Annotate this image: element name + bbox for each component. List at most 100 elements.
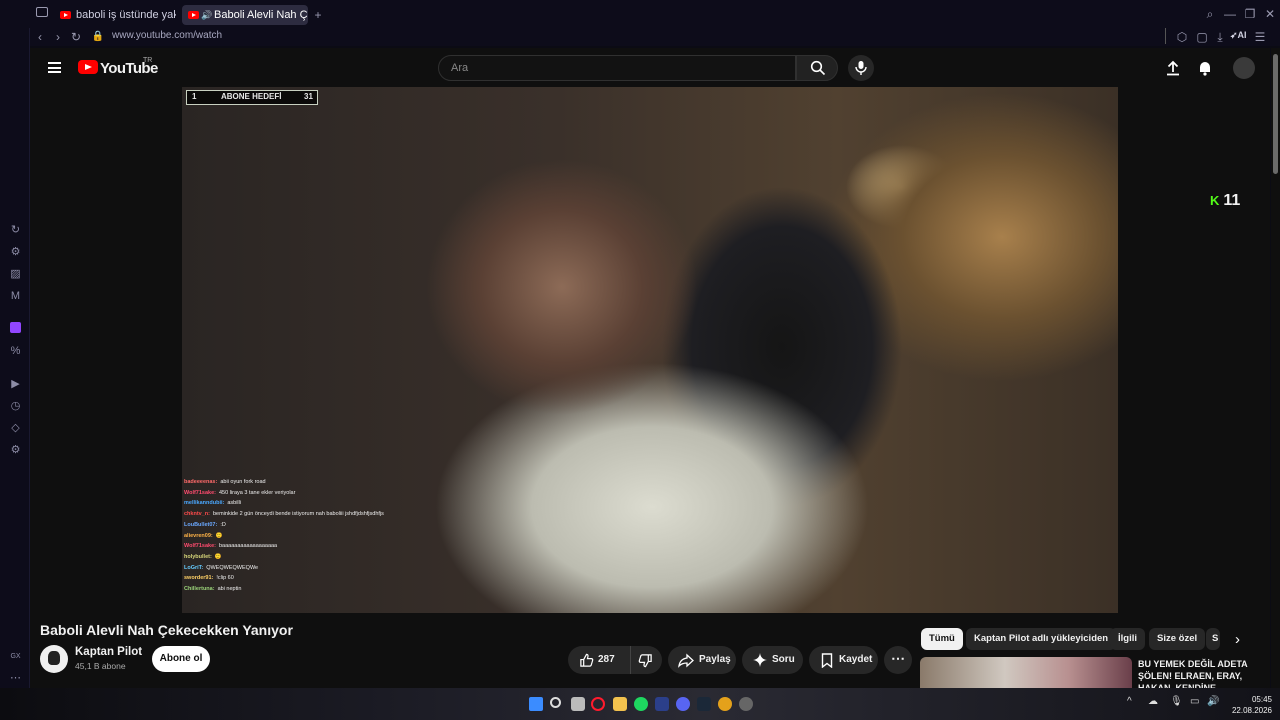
like-count: 287	[598, 654, 615, 665]
chip-for-you[interactable]: Size özel	[1149, 628, 1206, 650]
settings-icon[interactable]: ⚙	[9, 444, 22, 457]
start-icon[interactable]	[529, 697, 543, 711]
vscode-icon[interactable]	[655, 697, 669, 711]
cloud-icon[interactable]: ☁	[1148, 696, 1158, 707]
chip-related[interactable]: İlgili	[1110, 628, 1145, 650]
voice-search-button[interactable]	[848, 55, 874, 81]
like-button[interactable]: 287	[568, 646, 630, 674]
search-button[interactable]	[796, 55, 838, 81]
player-icon[interactable]: ▶	[9, 378, 22, 391]
subscriber-count: 45,1 B abone	[75, 661, 126, 671]
chat-username: Wolf71sake:	[184, 543, 216, 550]
back-icon[interactable]: ‹	[32, 29, 48, 45]
chevron-right-icon[interactable]: ›	[1235, 631, 1240, 648]
refresh-panel-icon[interactable]: ↻	[9, 224, 22, 237]
chrome-icon[interactable]	[718, 697, 732, 711]
extensions-icon[interactable]: ⬡	[1174, 29, 1190, 45]
chat-text: asbilli	[227, 500, 242, 507]
tab-island-icon[interactable]	[36, 7, 48, 17]
maximize-button[interactable]: ❐	[1242, 6, 1258, 22]
more-icon[interactable]: ⋯	[9, 672, 22, 685]
network-icon[interactable]: ▭	[1190, 696, 1199, 707]
scrollbar-thumb[interactable]	[1273, 54, 1278, 174]
recommendation-title[interactable]: BU YEMEK DEĞİL ADETA ŞÖLEN! ELRAEN, ERAY…	[1138, 658, 1268, 688]
chat-text: abii oyun fork road	[220, 479, 266, 485]
upload-icon[interactable]	[1165, 60, 1181, 76]
chat-username: LoGriT:	[184, 564, 204, 571]
video-title: Baboli Alevli Nah Çekecekken Yanıyor	[40, 622, 293, 638]
file-explorer-icon[interactable]	[613, 697, 627, 711]
stream-chat-overlay: badeeeenas: abii oyun fork road Wolf71sake…	[184, 477, 384, 595]
reload-icon[interactable]: ↻	[68, 29, 84, 45]
download-icon[interactable]: ⤓	[1212, 29, 1228, 45]
more-actions-button[interactable]: ⋯	[884, 646, 912, 674]
messenger-icon[interactable]: M	[9, 290, 22, 303]
speaker-icon[interactable]: 🔊	[201, 5, 212, 25]
notifications-bell-icon[interactable]	[1197, 60, 1213, 76]
thumbs-up-icon	[580, 653, 594, 667]
tab-1[interactable]: baboli iş üstünde yakalnıyor	[54, 5, 176, 25]
share-button[interactable]: Paylaş	[668, 646, 736, 674]
menu-icon[interactable]	[48, 62, 61, 73]
taskbar-clock[interactable]: 05:45 22.08.2026	[1222, 694, 1272, 716]
easy-setup-icon[interactable]: ☰	[1252, 29, 1268, 45]
close-window-button[interactable]: ✕	[1262, 6, 1278, 22]
gallery-icon[interactable]: ▨	[9, 268, 22, 281]
chat-message: sworder91: !clip 60	[184, 573, 384, 584]
lock-icon: 🔒	[91, 31, 105, 42]
sparkle-icon	[753, 653, 767, 667]
search-tabs-icon[interactable]: ⌕	[1202, 6, 1218, 22]
channel-avatar[interactable]	[40, 645, 68, 673]
search-taskbar-icon[interactable]	[550, 697, 561, 708]
mic-tray-icon[interactable]: 🎙	[1170, 696, 1183, 707]
spotify-icon[interactable]	[634, 697, 648, 711]
chat-username: mellikanndubii:	[184, 500, 225, 507]
new-tab-button[interactable]: +	[310, 7, 326, 23]
tab-bar: baboli iş üstünde yakalnıyor 🔊 Baboli Al…	[0, 0, 1280, 28]
app-icon[interactable]	[739, 697, 753, 711]
channel-name[interactable]: Kaptan Pilot	[75, 646, 142, 658]
discord-icon[interactable]	[676, 697, 690, 711]
chat-username: chkntv_n:	[184, 511, 210, 518]
recommendation-thumbnail[interactable]	[920, 657, 1132, 688]
ai-label: AI	[1237, 30, 1247, 40]
video-player[interactable]: 1 ABONE HEDEFİ 31 badeeeenas: abii oyun f…	[182, 87, 1118, 613]
ai-button[interactable]: ➶AI	[1230, 30, 1247, 41]
time: 05:45	[1251, 695, 1272, 704]
date: 22.08.2026	[1231, 706, 1272, 715]
dislike-button[interactable]	[630, 646, 662, 674]
snapshot-icon[interactable]: ▢	[1194, 29, 1210, 45]
youtube-logo-icon[interactable]	[78, 60, 98, 74]
account-avatar[interactable]	[1233, 57, 1255, 79]
minimize-button[interactable]: —	[1222, 6, 1238, 22]
chat-message: holybullet: 🙂	[184, 552, 384, 563]
save-button[interactable]: Kaydet	[809, 646, 878, 674]
subscribe-button[interactable]: Abone ol	[152, 646, 210, 672]
twitch-icon[interactable]	[10, 322, 21, 333]
forward-icon[interactable]: ›	[50, 29, 66, 45]
youtube-favicon-icon	[60, 11, 71, 19]
tab-2[interactable]: 🔊 Baboli Alevli Nah Çekecek	[182, 5, 308, 25]
ask-button[interactable]: Soru	[742, 646, 803, 674]
page-scrollbar[interactable]	[1271, 48, 1280, 688]
history-icon[interactable]: ◷	[9, 400, 22, 413]
chip-more[interactable]: S	[1206, 628, 1220, 650]
bookmarks-icon[interactable]: ◇	[9, 422, 22, 435]
chat-username: sworder91:	[184, 575, 214, 582]
ai-assistant-icon[interactable]: ⚙	[9, 246, 22, 259]
youtube-page: YouTube TR Ara 1 ABONE HEDEFİ 31 badeeee…	[30, 48, 1270, 688]
viewer-count: 11	[1223, 192, 1241, 209]
percent-icon[interactable]: %	[9, 345, 22, 358]
opera-gx-taskbar-icon[interactable]	[591, 697, 605, 711]
chat-message: Wolf71sake: baaaaaaaaaaaaaaaaaa	[184, 541, 384, 552]
steam-icon[interactable]	[697, 697, 711, 711]
volume-icon[interactable]: 🔊	[1207, 696, 1219, 707]
search-input[interactable]: Ara	[438, 55, 796, 81]
url-field[interactable]: www.youtube.com/watch	[112, 30, 222, 41]
task-view-icon[interactable]	[571, 697, 585, 711]
chat-text: 🙂	[215, 532, 223, 539]
chip-all[interactable]: Tümü	[921, 628, 963, 650]
chip-uploader[interactable]: Kaptan Pilot adlı yükleyiciden	[966, 628, 1117, 650]
tray-chevron-icon[interactable]: ^	[1127, 696, 1132, 707]
kick-logo-icon: K	[1210, 193, 1220, 208]
